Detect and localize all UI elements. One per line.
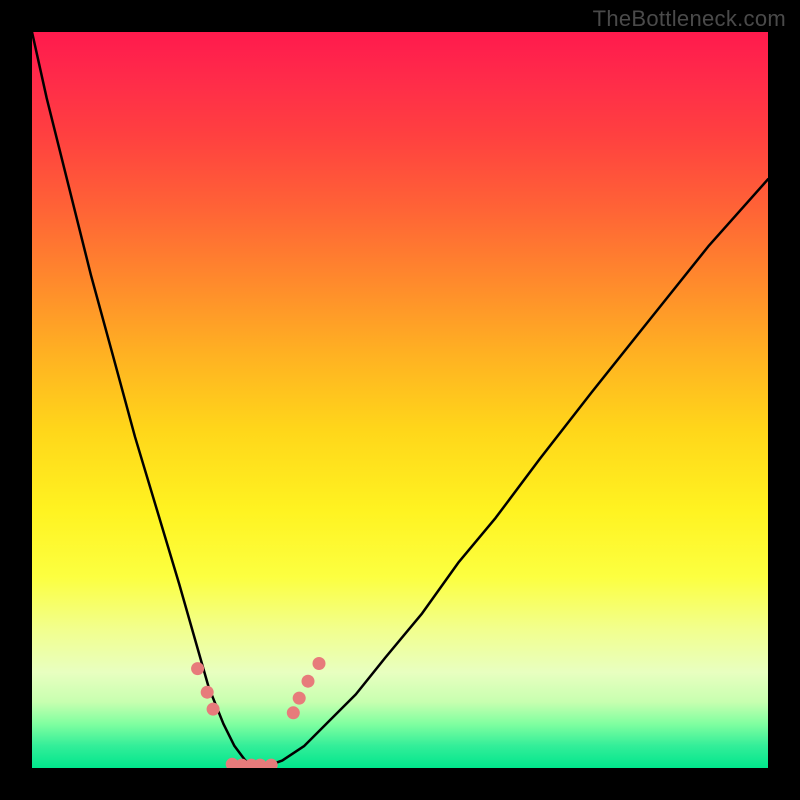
curve-marker xyxy=(254,759,267,768)
curve-svg xyxy=(32,32,768,768)
bottleneck-curve xyxy=(32,32,768,766)
plot-area xyxy=(32,32,768,768)
curve-markers xyxy=(191,657,325,768)
curve-marker xyxy=(313,657,326,670)
curve-marker xyxy=(207,703,220,716)
curve-marker xyxy=(191,662,204,675)
curve-marker xyxy=(302,675,315,688)
curve-marker xyxy=(265,759,278,768)
curve-marker xyxy=(201,686,214,699)
watermark-text: TheBottleneck.com xyxy=(593,6,786,32)
curve-marker xyxy=(287,706,300,719)
curve-marker xyxy=(293,692,306,705)
outer-frame: TheBottleneck.com xyxy=(0,0,800,800)
